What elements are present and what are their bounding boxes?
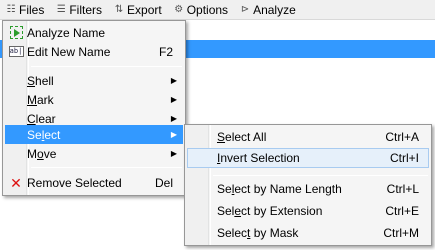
menu-export[interactable]: ⇅ Export — [114, 0, 162, 20]
menu-separator — [213, 175, 428, 176]
menu-item-move[interactable]: Move ▶ — [5, 144, 183, 163]
menu-item-shortcut: Ctrl+E — [385, 203, 419, 218]
menu-item-select[interactable]: Select ▶ — [5, 125, 183, 144]
context-menu: Analyze Name ab| Edit New Name F2 Shell … — [2, 20, 186, 196]
menu-item-label: Shell — [27, 73, 54, 88]
submenu-arrow-icon: ▶ — [170, 130, 177, 139]
menu-item-label: Invert Selection — [217, 151, 300, 165]
menu-item-analyze-name[interactable]: Analyze Name — [5, 23, 183, 42]
menu-item-label: Select — [27, 127, 61, 142]
menu-analyze[interactable]: ⊳ Analyze — [240, 0, 296, 20]
remove-icon: ✕ — [10, 174, 22, 191]
menu-separator — [31, 66, 182, 67]
menu-item-shortcut: Ctrl+M — [383, 225, 419, 240]
menu-item-label: Move — [27, 146, 57, 161]
menu-export-label: Export — [127, 2, 162, 17]
edit-name-icon: ab| — [8, 46, 24, 57]
menu-item-label: Analyze Name — [27, 25, 106, 40]
menu-item-remove-selected[interactable]: ✕ Remove Selected Del — [5, 173, 183, 192]
submenu-arrow-icon: ▶ — [170, 149, 177, 158]
options-icon: ⚙ — [174, 4, 184, 15]
menu-item-select-all[interactable]: Select All Ctrl+A — [187, 127, 429, 146]
menu-item-shortcut: Ctrl+A — [385, 129, 419, 144]
menu-item-edit-new-name[interactable]: ab| Edit New Name F2 — [5, 42, 183, 61]
menu-item-mark[interactable]: Mark ▶ — [5, 90, 183, 109]
menu-item-invert-selection[interactable]: Invert Selection Ctrl+I — [187, 148, 429, 168]
menu-item-label: Select All — [217, 129, 267, 144]
menu-item-select-by-name-length[interactable]: Select by Name Length Ctrl+L — [187, 179, 429, 198]
filters-icon: ☰ — [56, 4, 66, 15]
menu-item-label: Remove Selected — [27, 175, 122, 190]
menu-item-shell[interactable]: Shell ▶ — [5, 71, 183, 90]
menu-options-label: Options — [186, 2, 229, 17]
menu-item-label: Mark — [27, 92, 54, 107]
analyze-icon: ⊳ — [240, 4, 250, 15]
export-icon: ⇅ — [114, 4, 124, 15]
submenu-arrow-icon: ▶ — [170, 114, 177, 123]
menu-item-shortcut: Ctrl+I — [389, 151, 419, 165]
menu-item-label: Clear — [27, 111, 56, 126]
submenu-arrow-icon: ▶ — [170, 76, 177, 85]
menu-item-label: Select by Name Length — [217, 181, 342, 196]
menu-item-shortcut: F2 — [158, 44, 173, 59]
menu-files-label: Files — [19, 2, 45, 17]
menu-separator — [31, 167, 182, 168]
menu-item-select-by-mask[interactable]: Select by Mask Ctrl+M — [187, 223, 429, 242]
submenu-arrow-icon: ▶ — [170, 95, 177, 104]
menu-bar: ☷ Files ☰ Filters ⇅ Export ⚙ Options ⊳ A… — [0, 0, 435, 20]
menu-options[interactable]: ⚙ Options — [174, 0, 228, 20]
menu-item-label: Select by Extension — [217, 203, 323, 218]
menu-files[interactable]: ☷ Files — [6, 0, 45, 20]
select-submenu: Select All Ctrl+A Invert Selection Ctrl+… — [184, 124, 432, 246]
menu-item-select-by-extension[interactable]: Select by Extension Ctrl+E — [187, 201, 429, 220]
menu-item-shortcut: Ctrl+L — [386, 181, 419, 196]
menu-item-label: Edit New Name — [27, 44, 111, 59]
files-icon: ☷ — [6, 4, 16, 15]
menu-analyze-label: Analyze — [253, 2, 296, 17]
menu-filters-label: Filters — [69, 2, 103, 17]
analyze-name-icon — [7, 25, 25, 41]
menu-filters[interactable]: ☰ Filters — [56, 0, 102, 20]
menu-item-shortcut: Del — [154, 175, 173, 190]
menu-item-label: Select by Mask — [217, 225, 299, 240]
